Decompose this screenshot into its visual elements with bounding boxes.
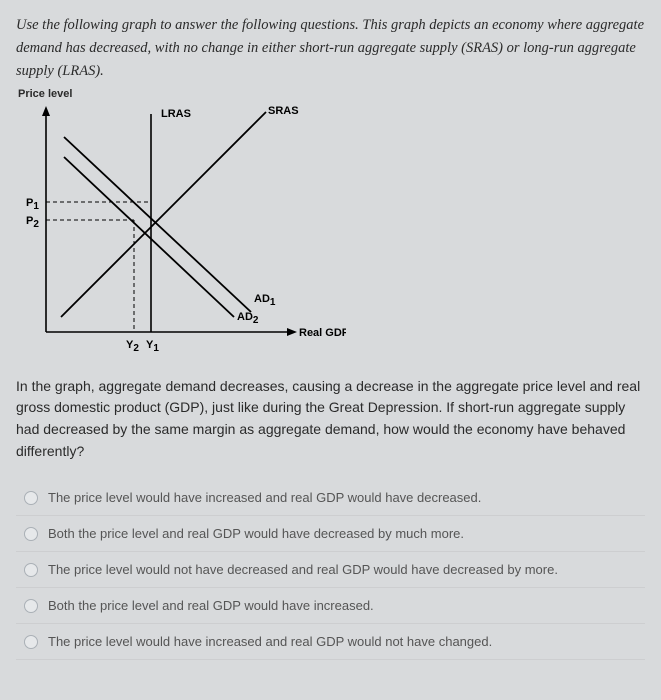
option-e[interactable]: The price level would have increased and…: [16, 624, 645, 660]
option-d[interactable]: Both the price level and real GDP would …: [16, 588, 645, 624]
option-label: The price level would have increased and…: [48, 490, 481, 505]
option-a[interactable]: The price level would have increased and…: [16, 480, 645, 516]
radio-icon: [24, 491, 38, 505]
x-axis-label: Real GDP: [299, 327, 346, 339]
option-c[interactable]: The price level would not have decreased…: [16, 552, 645, 588]
y1-tick: Y1: [146, 339, 159, 354]
lras-label: LRAS: [161, 108, 191, 120]
sras-label: SRAS: [268, 105, 299, 117]
option-label: The price level would have increased and…: [48, 634, 492, 649]
question-text: In the graph, aggregate demand decreases…: [16, 376, 645, 463]
ad1-label: AD1: [254, 293, 276, 308]
y2-tick: Y2: [126, 339, 139, 354]
ad2-label: AD2: [237, 311, 259, 326]
radio-icon: [24, 599, 38, 613]
p1-tick: P1: [26, 197, 39, 212]
radio-icon: [24, 527, 38, 541]
radio-icon: [24, 635, 38, 649]
question-intro: Use the following graph to answer the fo…: [16, 14, 645, 84]
p2-tick: P2: [26, 215, 39, 230]
option-label: The price level would not have decreased…: [48, 562, 558, 577]
y-axis-label: Price level: [18, 88, 645, 100]
option-label: Both the price level and real GDP would …: [48, 526, 464, 541]
economics-chart: LRAS SRAS AD1 AD2 P1 P2 Y2 Y1 Real GDP: [16, 102, 346, 362]
option-b[interactable]: Both the price level and real GDP would …: [16, 516, 645, 552]
option-label: Both the price level and real GDP would …: [48, 598, 374, 613]
radio-icon: [24, 563, 38, 577]
